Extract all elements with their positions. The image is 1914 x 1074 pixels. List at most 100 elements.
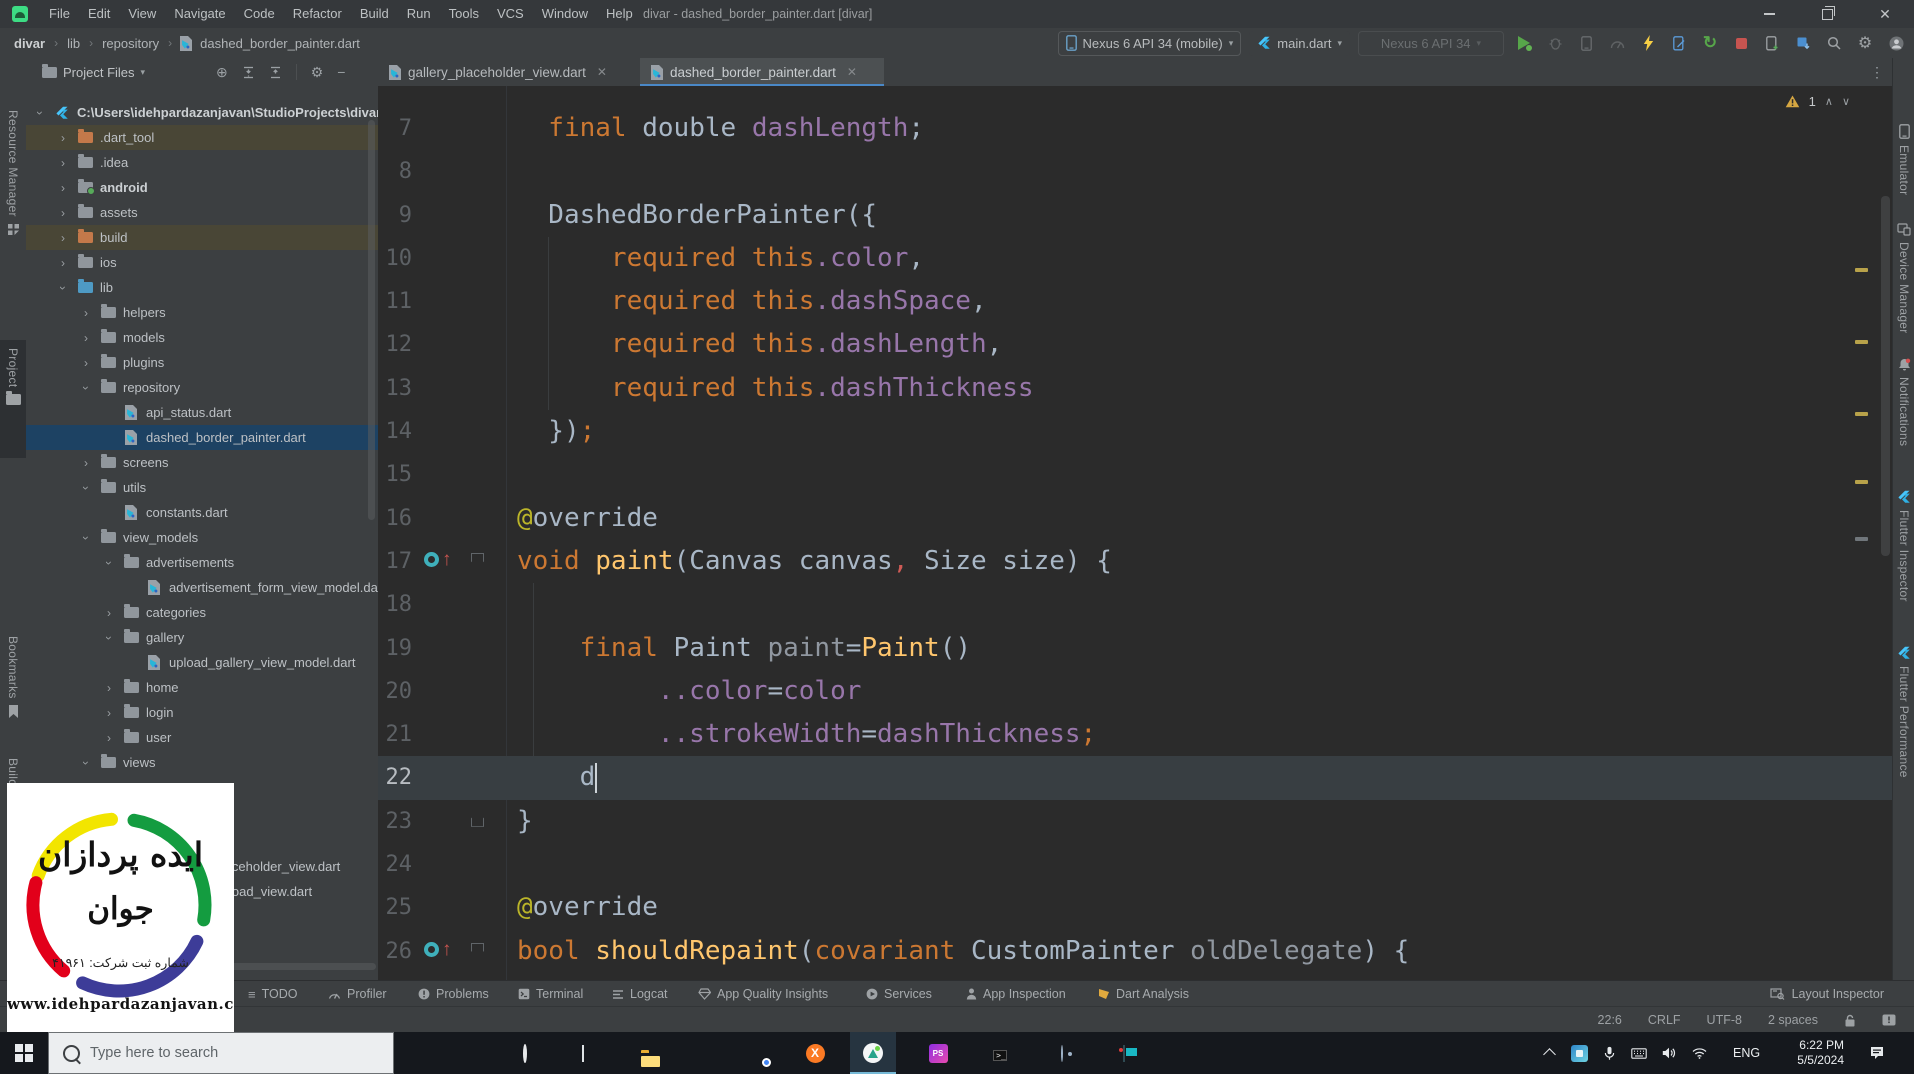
taskbar-app-phpstorm[interactable]: PS [915, 1032, 961, 1074]
tree-vertical-scrollbar[interactable] [368, 120, 375, 520]
editor-tab-dashed_border_painter-dart[interactable]: dashed_border_painter.dart ✕ [640, 58, 884, 87]
line-number[interactable]: 12 [378, 323, 413, 366]
tree-item-view_models[interactable]: › view_models [26, 525, 378, 550]
chevron-expanded-icon[interactable]: › [79, 381, 93, 395]
chevron-expanded-icon[interactable]: › [79, 531, 93, 545]
line-number[interactable]: 18 [378, 583, 413, 626]
menu-file[interactable]: File [40, 0, 79, 28]
chevron-expanded-icon[interactable]: › [33, 106, 47, 120]
chevron-collapsed-icon[interactable]: › [56, 256, 70, 270]
fold-marker-icon[interactable] [471, 812, 484, 827]
taskbar-app-screen-recorder[interactable] [1101, 1032, 1147, 1074]
info-stripe-mark[interactable] [1855, 537, 1868, 541]
warning-stripe-mark[interactable] [1855, 412, 1868, 416]
chevron-collapsed-icon[interactable]: › [102, 681, 116, 695]
event-log-icon[interactable] [1882, 1014, 1896, 1026]
profile-avatar-icon[interactable] [1884, 31, 1908, 55]
menu-build[interactable]: Build [351, 0, 398, 28]
tool-strip-notifications[interactable]: Notifications [1893, 358, 1914, 446]
line-number[interactable]: 24 [378, 843, 413, 886]
close-button[interactable]: ✕ [1856, 0, 1914, 28]
code-line-8[interactable]: 8 [378, 150, 1892, 193]
device-selector-dropdown[interactable]: Nexus 6 API 34 (mobile) ▾ [1057, 30, 1242, 56]
project-view-selector[interactable]: Project Files [63, 65, 135, 80]
wifi-icon[interactable] [1684, 1047, 1714, 1059]
code-line-22[interactable]: 22 d [378, 756, 1892, 800]
tree-item-advertisement_form_view_model.dart[interactable]: advertisement_form_view_model.dart [26, 575, 378, 600]
code-line-11[interactable]: 11 required this.dashSpace, [378, 280, 1892, 323]
tree-item-dashed_border_painter.dart[interactable]: dashed_border_painter.dart [26, 425, 378, 450]
tool-window-button-app-inspection[interactable]: App Inspection [966, 981, 1066, 1007]
run-icon[interactable] [1512, 31, 1536, 55]
tree-item-.idea[interactable]: › .idea [26, 150, 378, 175]
tool-window-button-app-quality-insights[interactable]: App Quality Insights [698, 981, 828, 1007]
taskbar-app-android-studio[interactable] [850, 1032, 896, 1074]
chevron-expanded-icon[interactable]: › [79, 756, 93, 770]
menu-refactor[interactable]: Refactor [284, 0, 351, 28]
tool-strip-bookmarks[interactable]: Bookmarks [0, 636, 26, 741]
tool-window-button-terminal[interactable]: Terminal [518, 981, 583, 1007]
tree-item-.dart_tool[interactable]: › .dart_tool [26, 125, 378, 150]
taskbar-search[interactable]: Type here to search [48, 1032, 394, 1074]
line-number[interactable]: 9 [378, 194, 412, 237]
tool-strip-emulator[interactable]: Emulator [1893, 124, 1914, 195]
code-line-17[interactable]: 17 ↑ void paint(Canvas canvas, Size size) … [378, 540, 1892, 583]
breadcrumb-item[interactable]: lib [65, 36, 82, 51]
code-line-12[interactable]: 12 required this.dashLength, [378, 323, 1892, 366]
line-number[interactable]: 10 [378, 237, 413, 280]
tree-item-upload_gallery_view_model.dart[interactable]: upload_gallery_view_model.dart [26, 650, 378, 675]
tool-strip-flutter-inspector[interactable]: Flutter Inspector [1893, 490, 1914, 602]
code-line-19[interactable]: 19 final Paint paint=Paint() [378, 627, 1892, 670]
code-line-23[interactable]: 23} [378, 800, 1892, 843]
code-line-15[interactable]: 15 [378, 453, 1892, 496]
chevron-collapsed-icon[interactable]: › [56, 181, 70, 195]
code-line-10[interactable]: 10 required this.color, [378, 237, 1892, 280]
chevron-collapsed-icon[interactable]: › [56, 206, 70, 220]
line-number[interactable]: 16 [378, 497, 413, 540]
tree-item-models[interactable]: › models [26, 325, 378, 350]
run-config-dropdown[interactable]: main.dart ▾ [1249, 30, 1350, 56]
line-number[interactable]: 20 [378, 670, 413, 713]
code-line-9[interactable]: 9 DashedBorderPainter({ [378, 194, 1892, 237]
tree-item-login[interactable]: › login [26, 700, 378, 725]
tree-item-user[interactable]: › user [26, 725, 378, 750]
tree-item-gallery[interactable]: › gallery [26, 625, 378, 650]
overrides-method-icon[interactable] [424, 941, 439, 957]
tool-window-button-todo[interactable]: ≡ TODO [248, 981, 297, 1007]
overrides-method-icon[interactable] [424, 551, 439, 567]
tool-strip-device-manager[interactable]: Device Manager [1893, 223, 1914, 334]
expand-all-icon[interactable] [242, 66, 255, 79]
line-number[interactable]: 15 [378, 453, 413, 496]
taskbar-app-command-prompt[interactable]: >_ [977, 1032, 1023, 1074]
action-center-icon[interactable] [1862, 1045, 1892, 1061]
close-tab-icon[interactable]: ✕ [597, 65, 607, 79]
tree-item-lib[interactable]: › lib [26, 275, 378, 300]
touch-keyboard-icon[interactable] [1624, 1047, 1654, 1059]
menu-run[interactable]: Run [398, 0, 440, 28]
editor-tab-gallery_placeholder_view-dart[interactable]: gallery_placeholder_view.dart ✕ [378, 58, 640, 86]
line-number[interactable]: 23 [378, 800, 413, 843]
tool-window-button-profiler[interactable]: Profiler [328, 981, 387, 1007]
warning-stripe-mark[interactable] [1855, 480, 1868, 484]
tool-window-button-dart-analysis[interactable]: Dart Analysis [1098, 981, 1189, 1007]
chevron-collapsed-icon[interactable]: › [79, 456, 93, 470]
next-warning-icon[interactable]: ∨ [1842, 95, 1850, 108]
tool-strip-project[interactable]: Project [0, 340, 26, 458]
line-number[interactable]: 8 [378, 150, 412, 193]
breadcrumb-item[interactable]: divar [12, 36, 47, 51]
device-add-icon[interactable] [1760, 31, 1784, 55]
code-line-25[interactable]: 25 @override [378, 886, 1892, 929]
fold-marker-icon[interactable] [471, 552, 484, 567]
tool-strip-resource-manager[interactable]: Resource Manager [0, 102, 26, 340]
code-area[interactable]: 7 final double dashLength; 8 9 DashedBorde… [378, 107, 1892, 973]
code-line-18[interactable]: 18 [378, 583, 1892, 626]
tree-item-constants.dart[interactable]: constants.dart [26, 500, 378, 525]
code-line-24[interactable]: 24 [378, 843, 1892, 886]
chevron-collapsed-icon[interactable]: › [102, 706, 116, 720]
tool-window-button-problems[interactable]: Problems [418, 981, 489, 1007]
locate-file-icon[interactable]: ⊕ [216, 64, 228, 81]
microphone-icon[interactable] [1594, 1046, 1624, 1061]
language-indicator[interactable]: ENG [1733, 1032, 1760, 1074]
line-number[interactable]: 25 [378, 886, 413, 929]
taskbar-app-task-view[interactable] [560, 1032, 606, 1074]
